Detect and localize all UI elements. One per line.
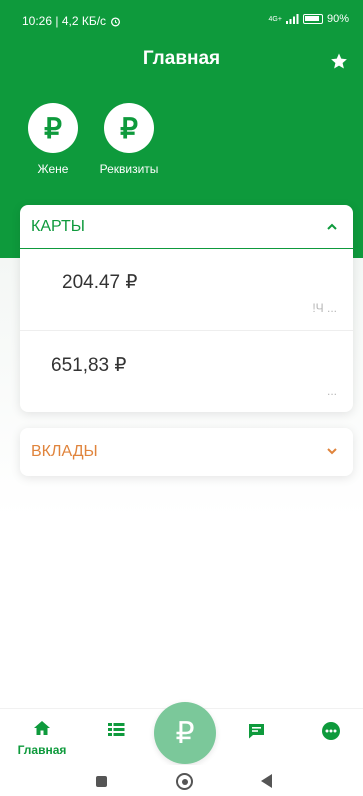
star-icon xyxy=(331,53,347,69)
cards-panel-header[interactable]: КАРТЫ xyxy=(20,205,353,249)
battery-icon xyxy=(302,14,323,24)
quick-action-requisites[interactable]: ₽ Реквизиты xyxy=(89,103,169,176)
tab-home-label: Главная xyxy=(17,743,67,757)
payments-fab-button[interactable]: ₽ xyxy=(154,702,216,764)
page-title: Главная xyxy=(142,48,221,69)
home-icon xyxy=(34,721,50,735)
deposits-title: ВКЛАДЫ xyxy=(31,443,98,460)
home-nav-icon[interactable] xyxy=(176,773,193,790)
more-icon xyxy=(322,722,340,740)
alarm-icon xyxy=(111,16,121,26)
deposits-panel[interactable]: ВКЛАДЫ xyxy=(20,428,353,476)
deposits-panel-header[interactable]: ВКЛАДЫ xyxy=(20,428,353,472)
tab-chat[interactable] xyxy=(226,723,286,744)
quick-action-label: Реквизиты xyxy=(99,162,159,176)
tab-home[interactable]: Главная xyxy=(12,721,72,757)
ruble-icon: ₽ xyxy=(175,716,195,750)
chevron-down-icon xyxy=(327,448,337,455)
card-number-mask: ... xyxy=(326,384,337,398)
network-label: 4G+ xyxy=(268,15,282,23)
chat-icon xyxy=(248,724,264,739)
quick-action-wife[interactable]: ₽ Жене xyxy=(13,103,93,176)
tab-history[interactable] xyxy=(86,723,146,742)
battery-percent: 90% xyxy=(326,13,349,25)
tab-more[interactable] xyxy=(301,722,361,745)
card-row[interactable]: 204.47 ₽ !Ч ... xyxy=(20,251,353,331)
back-icon[interactable] xyxy=(261,774,272,788)
chevron-up-icon xyxy=(327,223,337,230)
signal-icon xyxy=(285,14,299,24)
cards-panel: КАРТЫ 204.47 ₽ !Ч ... 651,83 ₽ ... xyxy=(20,205,353,412)
cards-title: КАРТЫ xyxy=(31,218,85,235)
ruble-icon: ₽ xyxy=(28,103,78,153)
status-bar: 10:26 | 4,2 КБ/с 4G+ 90% xyxy=(0,0,363,40)
status-time: 10:26 | 4,2 КБ/с xyxy=(22,14,107,28)
recents-icon[interactable] xyxy=(96,776,107,787)
list-icon xyxy=(107,723,124,736)
card-number-mask: !Ч ... xyxy=(312,301,337,315)
favorites-button[interactable] xyxy=(330,52,352,74)
ruble-icon: ₽ xyxy=(104,103,154,153)
card-row[interactable]: 651,83 ₽ ... xyxy=(20,332,353,412)
card-balance: 651,83 ₽ xyxy=(51,355,127,376)
system-nav-bar xyxy=(0,765,363,796)
quick-action-label: Жене xyxy=(37,162,69,176)
card-balance: 204.47 ₽ xyxy=(62,272,138,293)
